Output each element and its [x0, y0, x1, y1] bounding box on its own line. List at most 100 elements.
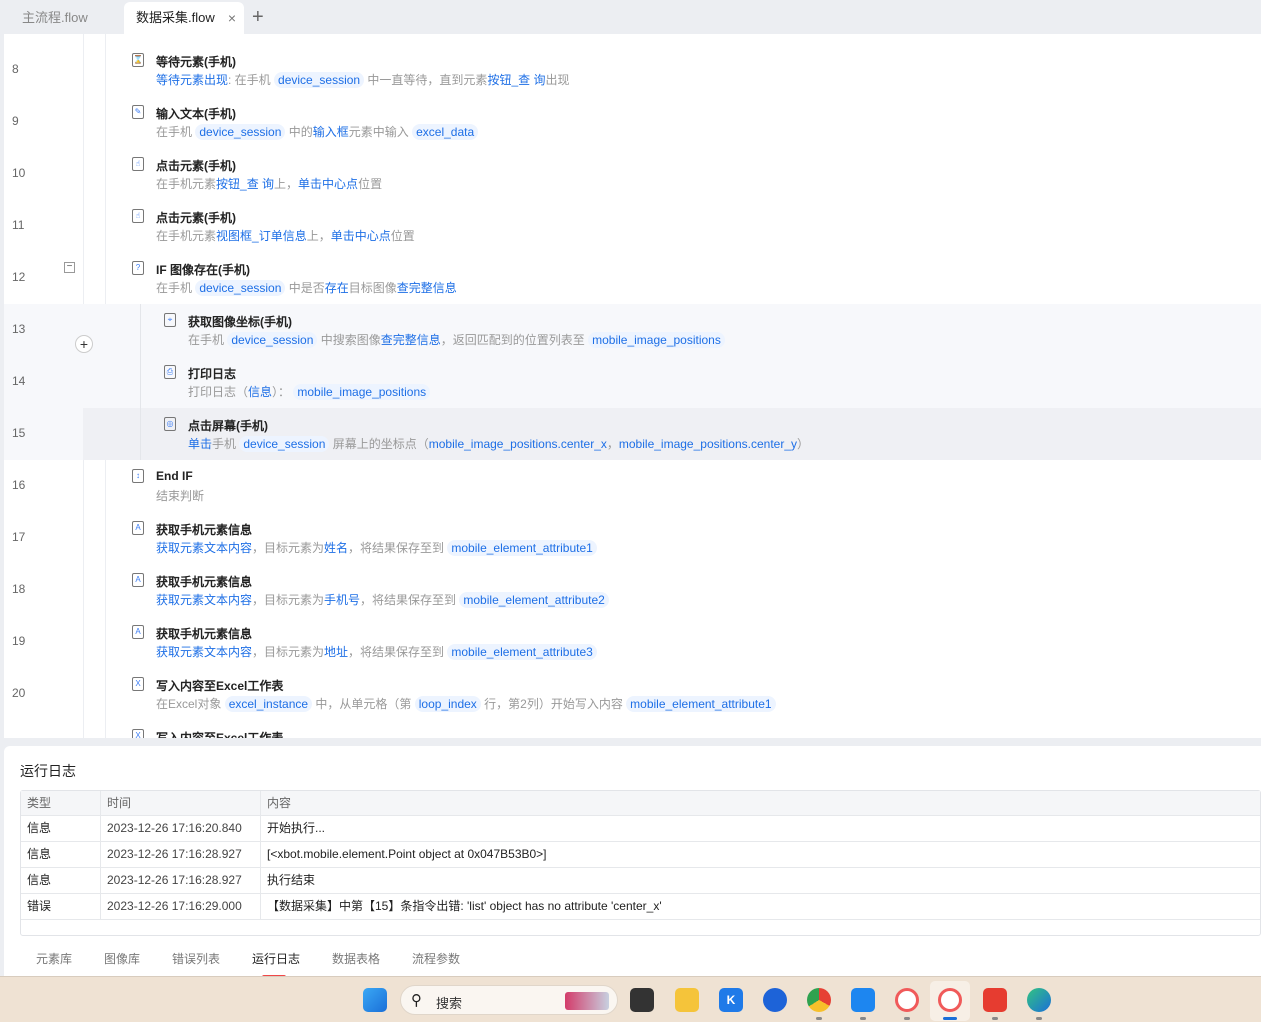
- param-link[interactable]: 查完整信息: [397, 281, 457, 295]
- desc-text: 中一直等待，直到元素: [364, 73, 488, 87]
- bottom-tab[interactable]: 图像库: [104, 950, 140, 967]
- variable-chip[interactable]: mobile_element_attribute1: [626, 696, 776, 712]
- param-link[interactable]: 获取元素文本内容: [156, 645, 252, 659]
- wps-icon[interactable]: [983, 988, 1007, 1012]
- log-row[interactable]: 错误 2023-12-26 17:16:29.000 【数据采集】中第【15】条指令…: [21, 894, 1260, 920]
- flow-step-row[interactable]: 20 X 写入内容至Excel工作表 在Excel对象 excel_instance …: [4, 668, 1261, 720]
- step-description: 获取元素文本内容，目标元素为地址，将结果保存至到 mobile_element_…: [156, 643, 597, 660]
- flow-step-row[interactable]: 17 A 获取手机元素信息 获取元素文本内容，目标元素为姓名，将结果保存至到 mobi…: [4, 512, 1261, 564]
- step-description: 打印日志（信息）： mobile_image_positions: [188, 383, 431, 400]
- line-number: 12: [12, 270, 26, 284]
- edge-icon[interactable]: [1027, 988, 1051, 1012]
- param-link[interactable]: 查完整信息: [381, 333, 441, 347]
- header-time[interactable]: 时间: [100, 791, 260, 815]
- flow-step-row[interactable]: 13 ⌖ 获取图像坐标(手机) 在手机 device_session 中搜索图像查完整…: [4, 304, 1261, 356]
- task-view-icon[interactable]: [630, 988, 654, 1012]
- param-link[interactable]: 输入框: [313, 125, 349, 139]
- param-link[interactable]: 单击中心点: [298, 177, 358, 191]
- bottom-tab[interactable]: 元素库: [36, 950, 72, 967]
- variable-chip[interactable]: device_session: [195, 124, 286, 140]
- param-link[interactable]: 单击中心点: [331, 229, 391, 243]
- line-number: 10: [12, 166, 26, 180]
- add-step-button[interactable]: +: [75, 335, 93, 353]
- flow-step-row[interactable]: 15 ◎ 点击屏幕(手机) 单击手机 device_session 屏幕上的坐标点（m…: [4, 408, 1261, 460]
- taskbar-search[interactable]: ⚲ 搜索: [400, 985, 618, 1015]
- flow-step-row[interactable]: 12? IF 图像存在(手机) 在手机 device_session 中是否存在目标…: [4, 252, 1261, 304]
- variable-chip[interactable]: device_session: [274, 72, 365, 88]
- variable-chip[interactable]: excel_instance: [224, 696, 313, 712]
- variable-chip[interactable]: mobile_element_attribute2: [459, 592, 609, 608]
- param-link[interactable]: mobile_image_positions.center_y: [619, 437, 797, 451]
- param-link[interactable]: 信息: [248, 385, 272, 399]
- flow-step-row[interactable]: 16 ↕ End IF 结束判断: [4, 460, 1261, 512]
- close-icon[interactable]: ×: [228, 2, 236, 34]
- add-tab-button[interactable]: +: [252, 4, 264, 30]
- param-link[interactable]: 手机号: [324, 593, 360, 607]
- header-content[interactable]: 内容: [260, 791, 291, 815]
- yingdao-icon[interactable]: [895, 988, 919, 1012]
- bottom-tab[interactable]: 数据表格: [332, 950, 380, 967]
- bottom-tab[interactable]: 运行日志: [252, 950, 300, 979]
- variable-chip[interactable]: mobile_image_positions: [293, 384, 431, 400]
- flow-step-row[interactable]: 19 A 获取手机元素信息 获取元素文本内容，目标元素为地址，将结果保存至到 mobi…: [4, 616, 1261, 668]
- variable-chip[interactable]: loop_index: [414, 696, 481, 712]
- tab-main-flow[interactable]: 主流程.flow: [2, 2, 108, 34]
- step-description: 在手机 device_session 中的输入框元素中输入 excel_data: [156, 123, 479, 140]
- variable-chip[interactable]: device_session: [239, 436, 330, 452]
- log-time: 2023-12-26 17:16:29.000: [100, 894, 260, 919]
- desc-text: 中的: [285, 125, 313, 139]
- flow-step-row[interactable]: 14 ⎙ 打印日志 打印日志（信息）： mobile_image_positions: [4, 356, 1261, 408]
- param-link[interactable]: 姓名: [324, 541, 348, 555]
- param-link[interactable]: 获取元素文本内容: [156, 541, 252, 555]
- app-k-icon[interactable]: K: [719, 988, 743, 1012]
- bottom-tab[interactable]: 错误列表: [172, 950, 220, 967]
- param-link[interactable]: 获取元素文本内容: [156, 593, 252, 607]
- chrome-icon[interactable]: [807, 988, 831, 1012]
- bottom-tab[interactable]: 流程参数: [412, 950, 460, 967]
- flow-step-row[interactable]: 18 A 获取手机元素信息 获取元素文本内容，目标元素为手机号，将结果保存至到 mob…: [4, 564, 1261, 616]
- variable-chip[interactable]: mobile_element_attribute1: [447, 540, 597, 556]
- feishu-icon[interactable]: [851, 988, 875, 1012]
- step-title: 获取图像坐标(手机): [188, 315, 292, 329]
- param-link[interactable]: 等待元素出现: [156, 73, 228, 87]
- step-description: 获取元素文本内容，目标元素为手机号，将结果保存至到 mobile_element…: [156, 591, 609, 608]
- param-link[interactable]: 视图框_订单信息: [216, 229, 307, 243]
- variable-chip[interactable]: device_session: [195, 280, 286, 296]
- element-info-icon: A: [132, 573, 144, 587]
- step-title: 写入内容至Excel工作表: [156, 679, 284, 693]
- table-header: 类型 时间 内容: [21, 791, 1260, 816]
- desc-text: 在手机元素: [156, 229, 217, 243]
- param-link[interactable]: mobile_image_positions.center_x: [429, 437, 607, 451]
- log-row[interactable]: 信息 2023-12-26 17:16:28.927 [<xbot.mobile.e…: [21, 842, 1260, 868]
- desc-text: 中搜索图像: [317, 333, 381, 347]
- variable-chip[interactable]: mobile_image_positions: [588, 332, 725, 348]
- flow-step-row[interactable]: 21X写入内容至Excel工作表: [4, 720, 1261, 738]
- flow-step-row[interactable]: 8 ⌛ 等待元素(手机) 等待元素出现: 在手机 device_session 中一直…: [4, 44, 1261, 96]
- line-number: 15: [12, 426, 26, 440]
- nested-bg: [83, 356, 1261, 408]
- tab-data-collect-flow[interactable]: 数据采集.flow ×: [124, 2, 244, 34]
- header-type[interactable]: 类型: [21, 791, 100, 815]
- variable-chip[interactable]: excel_data: [412, 124, 479, 140]
- param-link[interactable]: 存在: [325, 281, 349, 295]
- yingdao-editor-icon[interactable]: [938, 988, 962, 1012]
- variable-chip[interactable]: mobile_element_attribute3: [447, 644, 597, 660]
- step-title: 获取手机元素信息: [156, 627, 253, 641]
- log-row[interactable]: 信息 2023-12-26 17:16:28.927 执行结束: [21, 868, 1260, 894]
- step-description: 在手机 device_session 中搜索图像查完整信息，返回匹配到的位置列表…: [188, 331, 725, 348]
- param-link[interactable]: 按钮_查 询: [216, 177, 274, 191]
- excel-write-icon: X: [132, 677, 144, 691]
- flow-step-row[interactable]: 9 ✎ 输入文本(手机) 在手机 device_session 中的输入框元素中输入 …: [4, 96, 1261, 148]
- desc-text: 上，: [274, 177, 299, 191]
- desc-text: ，返回匹配到的位置列表至: [440, 333, 589, 347]
- param-link[interactable]: 单击: [188, 437, 212, 451]
- windows-start-icon[interactable]: [363, 988, 387, 1012]
- log-row[interactable]: 信息 2023-12-26 17:16:20.840 开始执行...: [21, 816, 1260, 842]
- param-link[interactable]: 按钮_查 询: [487, 73, 545, 87]
- flow-step-row[interactable]: 10 ☝ 点击元素(手机) 在手机元素按钮_查 询上，单击中心点位置: [4, 148, 1261, 200]
- app-lightning-icon[interactable]: [763, 988, 787, 1012]
- file-explorer-icon[interactable]: [675, 988, 699, 1012]
- variable-chip[interactable]: device_session: [227, 332, 318, 348]
- param-link[interactable]: 地址: [324, 645, 348, 659]
- flow-step-row[interactable]: 11 ☝ 点击元素(手机) 在手机元素视图框_订单信息上，单击中心点位置: [4, 200, 1261, 252]
